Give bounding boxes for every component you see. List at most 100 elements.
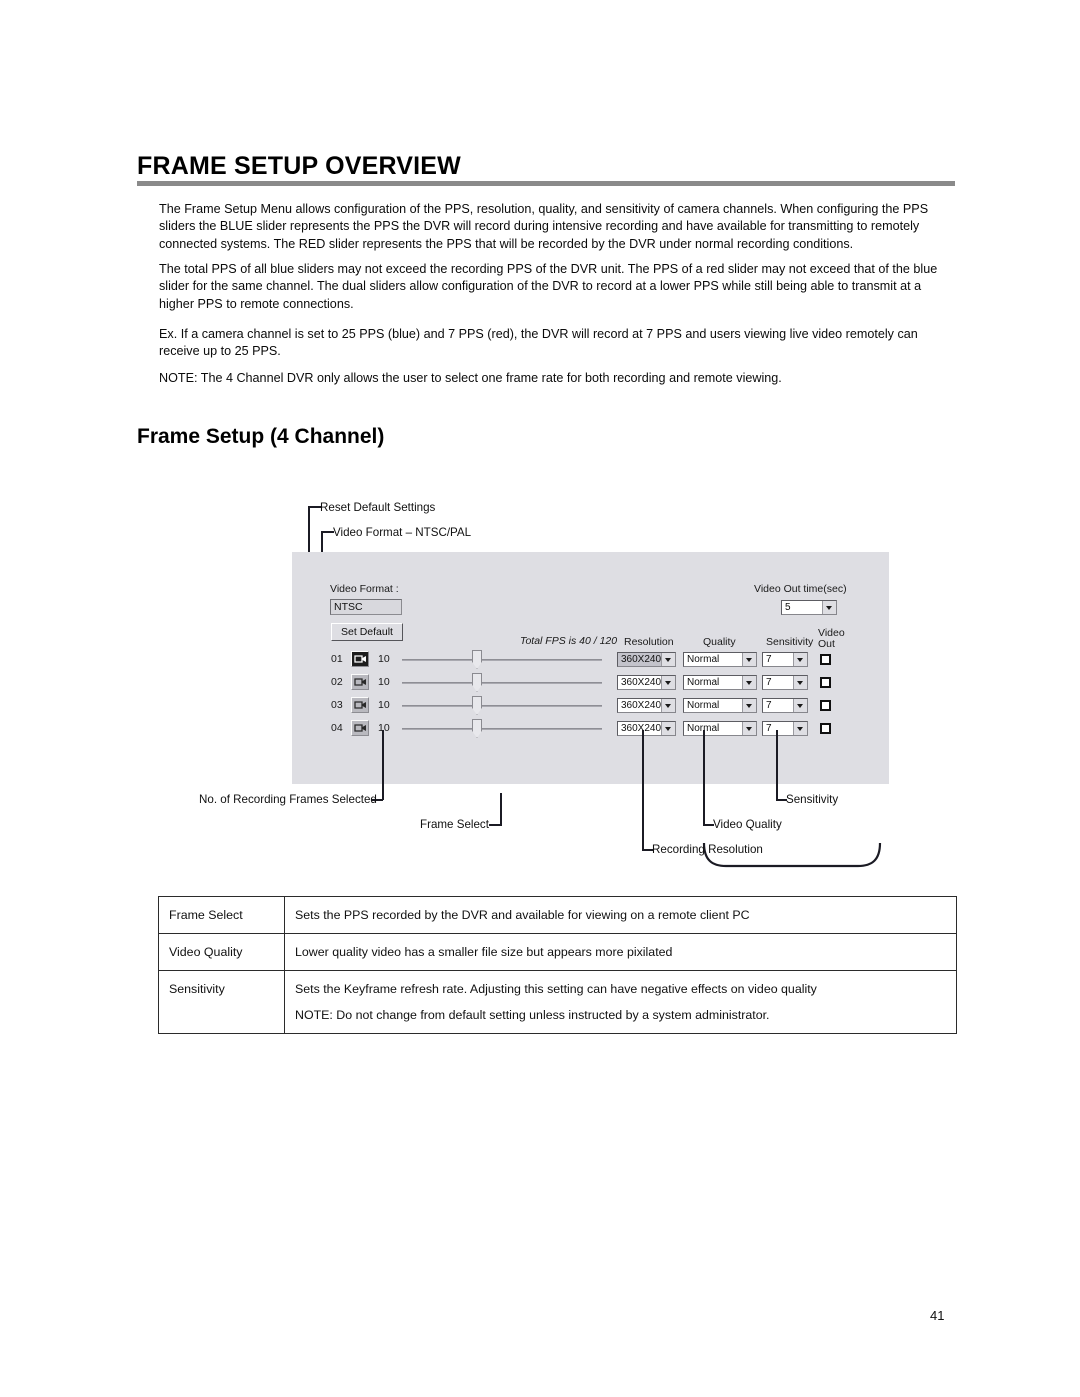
intro-paragraph-3: Ex. If a camera channel is set to 25 PPS…: [159, 327, 918, 359]
leader-sensitivity-v: [776, 730, 778, 801]
frame-select-slider-track[interactable]: [402, 705, 602, 707]
column-header-sensitivity: Sensitivity: [766, 636, 814, 648]
chevron-down-icon[interactable]: [661, 653, 675, 666]
frame-setup-diagram: Reset Default Settings Video Format – NT…: [0, 480, 1080, 880]
sensitivity-select-value: 7: [766, 677, 772, 688]
frame-select-slider-thumb[interactable]: [472, 696, 482, 715]
frame-select-slider-track[interactable]: [402, 682, 602, 684]
settings-description-table: Frame Select Sets the PPS recorded by the…: [158, 896, 957, 1034]
table-row: Frame Select Sets the PPS recorded by the…: [158, 896, 957, 934]
callout-frame-select: Frame Select: [420, 818, 489, 831]
camera-icon[interactable]: [351, 720, 369, 736]
resolution-select-value: 360X240: [621, 677, 661, 688]
chevron-down-icon[interactable]: [793, 676, 807, 689]
quality-select[interactable]: Normal: [683, 698, 757, 713]
resolution-select[interactable]: 360X240: [617, 652, 676, 667]
intro-paragraph-4: NOTE: The 4 Channel DVR only allows the …: [159, 371, 782, 385]
column-header-resolution: Resolution: [624, 636, 674, 648]
video-out-time-label: Video Out time(sec): [754, 583, 847, 595]
setting-name-cell: Video Quality: [158, 933, 285, 971]
callout-video-format: Video Format – NTSC/PAL: [333, 526, 472, 539]
table-row: Video Quality Lower quality video has a s…: [158, 933, 957, 971]
setting-description-text: Sets the PPS recorded by the DVR and ava…: [295, 908, 750, 922]
chevron-down-icon[interactable]: [661, 676, 675, 689]
video-out-checkbox[interactable]: [820, 700, 831, 711]
callout-reset-default-settings: Reset Default Settings: [320, 501, 436, 514]
quality-select-value: Normal: [687, 700, 720, 711]
video-out-checkbox[interactable]: [820, 677, 831, 688]
setting-description-note: NOTE: Do not change from default setting…: [295, 1008, 770, 1022]
sensitivity-select[interactable]: 7: [762, 652, 808, 667]
sensitivity-select[interactable]: 7: [762, 675, 808, 690]
page-number: 41: [930, 1308, 945, 1323]
chevron-down-icon[interactable]: [793, 722, 807, 735]
frame-select-slider-thumb[interactable]: [472, 650, 482, 669]
leader-frameselect-h: [489, 824, 501, 826]
resolution-select-value: 360X240: [621, 723, 661, 734]
channel-number-02: 02: [331, 676, 343, 688]
column-header-quality: Quality: [703, 636, 736, 648]
frames-selected-value: 10: [378, 653, 390, 665]
video-out-time-select[interactable]: 5: [781, 600, 837, 615]
frames-selected-value: 10: [378, 699, 390, 711]
chevron-down-icon[interactable]: [661, 699, 675, 712]
setting-description-cell: Sets the Keyframe refresh rate. Adjustin…: [284, 970, 957, 1034]
camera-icon[interactable]: [351, 674, 369, 690]
quality-select-value: Normal: [687, 677, 720, 688]
frames-selected-value: 10: [378, 676, 390, 688]
quality-select-value: Normal: [687, 654, 720, 665]
setting-description-text: Sets the Keyframe refresh rate. Adjustin…: [295, 982, 817, 996]
resolution-select[interactable]: 360X240: [617, 675, 676, 690]
page-title: FRAME SETUP OVERVIEW: [137, 152, 461, 180]
intro-paragraph-2: The total PPS of all blue sliders may no…: [159, 262, 938, 311]
resolution-select[interactable]: 360X240: [617, 721, 676, 736]
chevron-down-icon[interactable]: [742, 653, 756, 666]
video-out-checkbox[interactable]: [820, 654, 831, 665]
setting-name-cell: Frame Select: [158, 896, 285, 934]
sensitivity-select[interactable]: 7: [762, 721, 808, 736]
section-title: Frame Setup (4 Channel): [137, 425, 385, 448]
frame-select-slider-thumb[interactable]: [472, 719, 482, 738]
channel-number-04: 04: [331, 722, 343, 734]
sensitivity-select-value: 7: [766, 654, 772, 665]
frame-select-slider-track[interactable]: [402, 659, 602, 661]
leader-resolution-v: [642, 730, 644, 851]
video-out-time-value: 5: [785, 602, 791, 613]
camera-icon[interactable]: [351, 651, 369, 667]
set-default-button[interactable]: Set Default: [331, 623, 403, 641]
quality-select[interactable]: Normal: [683, 652, 757, 667]
callout-no-of-recording-frames: No. of Recording Frames Selected: [199, 793, 377, 806]
camera-icon[interactable]: [351, 697, 369, 713]
video-format-field[interactable]: NTSC: [330, 599, 402, 615]
frame-select-slider-thumb[interactable]: [472, 673, 482, 692]
channel-number-03: 03: [331, 699, 343, 711]
column-header-video-out-line2: Out: [818, 638, 835, 650]
resolution-select[interactable]: 360X240: [617, 698, 676, 713]
chevron-down-icon[interactable]: [793, 653, 807, 666]
sensitivity-select-value: 7: [766, 700, 772, 711]
chevron-down-icon[interactable]: [742, 676, 756, 689]
title-rule-divider: [137, 181, 955, 186]
chevron-down-icon[interactable]: [742, 699, 756, 712]
frame-select-slider-track[interactable]: [402, 728, 602, 730]
intro-paragraph-1: The Frame Setup Menu allows configuratio…: [159, 202, 929, 251]
setting-name-cell: Sensitivity: [158, 970, 285, 1034]
chevron-down-icon[interactable]: [742, 722, 756, 735]
quality-select[interactable]: Normal: [683, 675, 757, 690]
channel-number-01: 01: [331, 653, 343, 665]
chevron-down-icon[interactable]: [793, 699, 807, 712]
callout-video-quality: Video Quality: [713, 818, 782, 831]
sensitivity-select[interactable]: 7: [762, 698, 808, 713]
leader-quality-v: [703, 730, 705, 826]
settings-description-table-body: Frame Select Sets the PPS recorded by the…: [158, 896, 957, 1034]
leader-frameselect-v: [500, 793, 502, 826]
sensitivity-select-value: 7: [766, 723, 772, 734]
chevron-down-icon[interactable]: [661, 722, 675, 735]
video-out-checkbox[interactable]: [820, 723, 831, 734]
table-row: Sensitivity Sets the Keyframe refresh rat…: [158, 970, 957, 1034]
setting-description-cell: Lower quality video has a smaller file s…: [284, 933, 957, 971]
quality-select-value: Normal: [687, 723, 720, 734]
leader-frames-v: [382, 730, 384, 800]
quality-select[interactable]: Normal: [683, 721, 757, 736]
chevron-down-icon[interactable]: [822, 601, 836, 614]
